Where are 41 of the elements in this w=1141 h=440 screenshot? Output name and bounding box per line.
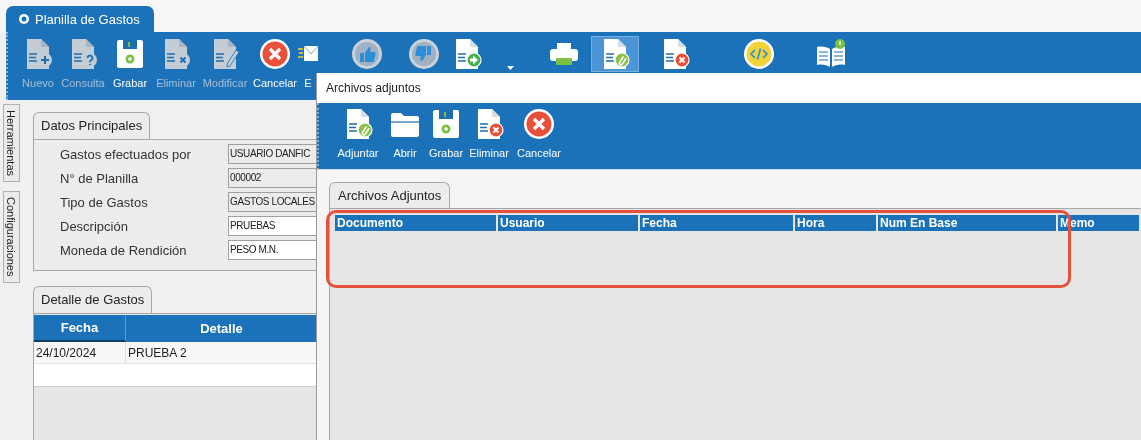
app-title: Planilla de Gastos [35, 11, 140, 27]
field-label: Tipo de Gastos [60, 194, 149, 210]
side-tab[interactable]: Herramientas [3, 104, 20, 183]
column-header[interactable]: Detalle [126, 315, 317, 342]
save-icon [430, 108, 462, 140]
field-label: Descripción [60, 218, 129, 234]
logo-icon [18, 13, 30, 25]
field-label: Gastos efectuados por [60, 146, 192, 162]
app-tab[interactable]: Planilla de Gastos [6, 6, 154, 32]
thumbs-down-icon [408, 38, 440, 70]
column-header[interactable]: Hora [795, 215, 878, 231]
toolbar-button[interactable]: Eliminar [465, 106, 513, 164]
toolbar-button[interactable]: Cancelar [252, 36, 298, 94]
field-label: N° de Planilla [60, 170, 140, 186]
panel-tab[interactable]: Archivos Adjuntos [329, 182, 451, 208]
column-header[interactable]: Documento [335, 215, 498, 231]
toolbar-button[interactable]: Grabar [106, 36, 154, 94]
x-circle-icon [523, 108, 555, 140]
toolbar-button[interactable]: Adjuntar [333, 106, 383, 164]
toolbar-button[interactable]: Cancelar [513, 106, 565, 164]
side-tab[interactable]: Configuraciones [3, 191, 20, 283]
dialog-title: Archivos adjuntos [317, 73, 1141, 103]
panel-tab[interactable]: Detalle de Gastos [33, 286, 153, 313]
table-cell-text: PRUEBA 2 [127, 344, 188, 362]
text-field[interactable]: PRUEBAS [228, 216, 317, 236]
toolbar-button[interactable]: Abrir [383, 106, 427, 164]
text-field[interactable]: PESO M.N. [228, 240, 317, 260]
panel-tab[interactable]: Datos Principales [33, 112, 151, 139]
field-label: Moneda de Rendición [60, 242, 188, 258]
toolbar-button[interactable]: E [298, 36, 318, 94]
book-icon [815, 38, 847, 70]
column-header[interactable]: Num En Base [878, 215, 1058, 231]
column-header[interactable]: Usuario [498, 215, 640, 231]
toolbar-button[interactable] [591, 36, 639, 72]
x-circle-icon [259, 38, 291, 70]
save-icon [114, 38, 146, 70]
caret-icon[interactable] [507, 66, 514, 70]
toolbar-button[interactable]: Grabar [427, 106, 465, 164]
column-header[interactable]: Fecha [640, 215, 795, 231]
code-icon [743, 38, 775, 70]
thumbs-up-icon [351, 38, 383, 70]
